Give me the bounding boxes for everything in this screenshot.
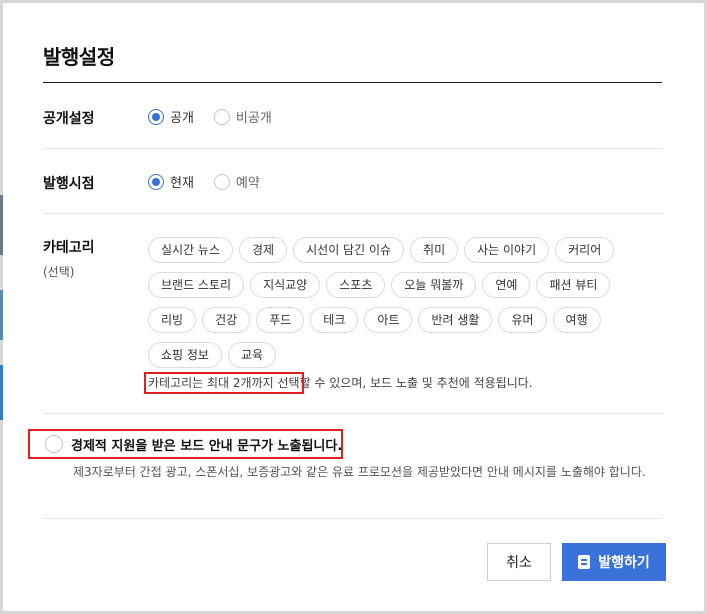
visibility-private-radio[interactable]: 비공개 xyxy=(213,107,272,126)
category-chip[interactable]: 브랜드 스토리 xyxy=(148,272,245,298)
category-chip[interactable]: 반려 생활 xyxy=(418,307,493,333)
category-chip[interactable]: 건강 xyxy=(202,307,251,333)
publish-time-radio-group: 현재 예약 xyxy=(148,172,260,191)
publish-schedule-radio[interactable]: 예약 xyxy=(213,172,260,191)
sponsorship-checkbox-icon[interactable] xyxy=(45,435,63,453)
publish-button[interactable]: 발행하기 xyxy=(562,543,666,581)
cancel-button[interactable]: 취소 xyxy=(487,543,551,581)
sponsorship-label: 경제적 지원을 받은 보드 안내 문구가 노출됩니다. xyxy=(71,438,343,454)
radio-unchecked-icon xyxy=(213,173,230,190)
visibility-public-radio[interactable]: 공개 xyxy=(148,107,194,126)
category-label: 카테고리 xyxy=(43,240,95,256)
category-chip[interactable]: 사는 이야기 xyxy=(464,237,550,263)
publish-now-radio[interactable]: 현재 xyxy=(148,172,194,191)
category-chip[interactable]: 아트 xyxy=(364,307,413,333)
category-chip[interactable]: 테크 xyxy=(310,307,359,333)
publish-time-label: 발행시점 xyxy=(43,176,95,192)
divider xyxy=(43,518,662,519)
sponsorship-option[interactable]: 경제적 지원을 받은 보드 안내 문구가 노출됩니다. xyxy=(28,429,343,459)
category-chip[interactable]: 스포츠 xyxy=(326,272,386,298)
category-chip[interactable]: 교육 xyxy=(227,342,277,368)
category-optional-label: (선택) xyxy=(43,265,75,279)
category-chip[interactable]: 취미 xyxy=(410,237,459,263)
sponsorship-description: 제3자로부터 간접 광고, 스폰서십, 보증광고와 같은 유료 프로모션을 제공… xyxy=(73,465,646,479)
category-chip[interactable]: 지식교양 xyxy=(250,272,321,298)
category-limit-note: 카테고리는 최대 2개까지 선택할 수 있으며, 보드 노출 및 추천에 적용됩… xyxy=(144,372,533,394)
dialog-title: 발행설정 xyxy=(43,45,115,69)
visibility-label: 공개설정 xyxy=(43,111,95,127)
category-chip[interactable]: 커리어 xyxy=(555,237,615,263)
category-chip[interactable]: 여행 xyxy=(552,307,601,333)
radio-unchecked-icon xyxy=(213,108,230,125)
category-limit-highlight: 카테고리는 최대 2개까지 선택 xyxy=(144,372,304,394)
publish-button-label: 발행하기 xyxy=(598,555,650,571)
category-chip[interactable]: 쇼핑 정보 xyxy=(148,342,222,368)
category-chip[interactable]: 실시간 뉴스 xyxy=(148,237,234,263)
radio-checked-icon xyxy=(148,173,164,190)
document-icon xyxy=(578,555,591,569)
category-chip[interactable]: 리빙 xyxy=(148,307,197,333)
publish-settings-dialog: 발행설정 공개설정 공개 비공개 발행시점 현재 예약 카테고리 (선택) 실시… xyxy=(3,3,704,611)
category-note-rest: 할 수 있으며, 보드 노출 및 추천에 적용됩니다. xyxy=(299,376,533,390)
title-divider xyxy=(43,82,662,83)
category-chip[interactable]: 연예 xyxy=(482,272,531,298)
category-chip[interactable]: 경제 xyxy=(239,237,288,263)
divider xyxy=(43,413,662,414)
category-chip[interactable]: 오늘 뭐볼까 xyxy=(391,272,477,298)
category-chip[interactable]: 패션 뷰티 xyxy=(536,272,611,298)
category-chip[interactable]: 유머 xyxy=(498,307,547,333)
category-chip[interactable]: 시선이 담긴 이슈 xyxy=(293,237,405,263)
radio-checked-icon xyxy=(148,108,164,125)
category-chip[interactable]: 푸드 xyxy=(256,307,305,333)
divider xyxy=(43,213,662,214)
divider xyxy=(43,148,662,149)
visibility-radio-group: 공개 비공개 xyxy=(148,107,272,126)
category-chip-list: 실시간 뉴스 경제 시선이 담긴 이슈 취미 사는 이야기 커리어 브랜드 스토… xyxy=(148,237,618,368)
